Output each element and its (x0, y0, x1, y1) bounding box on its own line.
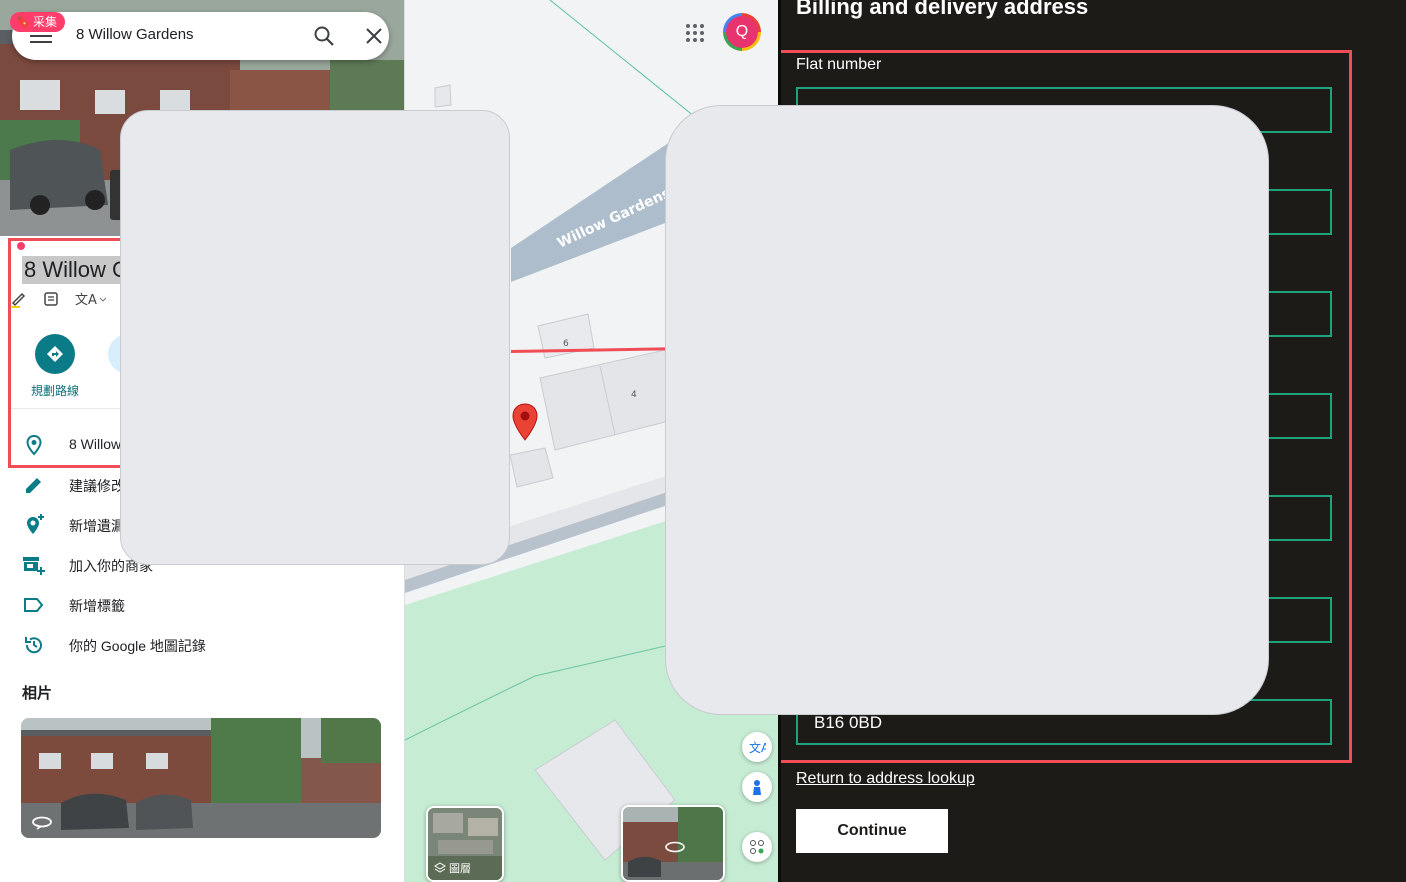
menu-item-history[interactable]: 你的 Google 地圖記錄 (0, 625, 404, 665)
apps-shortcut-button[interactable] (742, 832, 772, 862)
label-icon (24, 598, 44, 612)
menu-item-label: 新增遺漏 (69, 518, 125, 534)
postcode-value: B16 0BD (814, 713, 883, 732)
add-business-icon (23, 557, 45, 575)
menu-item-add-label[interactable]: 新增標籤 (0, 585, 404, 625)
directions-label: 規劃路線 (30, 384, 79, 398)
overlay-card-right (665, 105, 1269, 715)
overlay-card-left (120, 110, 510, 565)
highlighter-icon[interactable] (10, 290, 28, 308)
street-photo-image (21, 718, 381, 838)
pencil-icon (26, 478, 41, 493)
street-view-image (623, 807, 723, 880)
bookmark-icon: 🔖 (16, 15, 31, 29)
collect-badge[interactable]: 🔖 采集 (10, 12, 65, 32)
photos-heading: 相片 (22, 685, 53, 702)
history-icon (25, 637, 42, 654)
address-text: 8 Willow (69, 436, 122, 452)
menu-item-label: 新增標籤 (69, 598, 125, 614)
add-location-icon (27, 514, 44, 534)
street-view-thumbnail[interactable] (621, 805, 725, 882)
notes-icon[interactable] (42, 290, 60, 308)
layers-label: 圖層 (449, 863, 471, 875)
return-to-address-lookup-link[interactable]: Return to address lookup (796, 770, 975, 788)
place-title: 8 Willow G (22, 256, 132, 284)
translate-icon: 文A (749, 740, 766, 755)
map-translate-button[interactable]: 文A (742, 732, 772, 762)
directions-button[interactable]: 規劃路線 (15, 334, 95, 399)
selection-toolbar: 文A (10, 288, 120, 312)
flat-number-label: Flat number (796, 56, 882, 73)
search-icon[interactable] (312, 24, 336, 48)
avatar[interactable]: Q (723, 13, 761, 51)
svg-text:文A: 文A (75, 293, 97, 308)
billing-title: Billing and delivery address (796, 0, 1089, 19)
google-apps-icon[interactable] (684, 22, 706, 44)
location-pin-icon (26, 434, 42, 456)
search-input[interactable]: 8 Willow Gardens (76, 26, 194, 43)
search-box[interactable]: 8 Willow Gardens (12, 12, 389, 60)
building-number: 4 (631, 390, 637, 400)
directions-icon (35, 334, 75, 374)
pegman-button[interactable] (742, 772, 772, 802)
street-photo[interactable] (21, 718, 381, 838)
layers-button[interactable]: 圖層 (426, 806, 504, 882)
continue-button[interactable]: Continue (796, 809, 948, 853)
pegman-icon (753, 780, 761, 795)
translate-icon[interactable]: 文A (74, 290, 106, 308)
menu-item-label: 你的 Google 地圖記錄 (69, 638, 206, 654)
pink-dot (17, 242, 25, 250)
building-number: 6 (563, 339, 569, 349)
layers-icon (434, 862, 446, 873)
svg-text:文A: 文A (749, 740, 766, 755)
apps-shortcut-icon (750, 840, 764, 854)
menu-item-label: 建議修改 (69, 478, 125, 494)
collect-badge-label: 采集 (32, 15, 57, 29)
close-icon[interactable] (362, 24, 386, 48)
map-marker-icon[interactable] (511, 403, 539, 441)
avatar-letter: Q (726, 16, 758, 48)
panorama-360-icon (32, 816, 52, 830)
